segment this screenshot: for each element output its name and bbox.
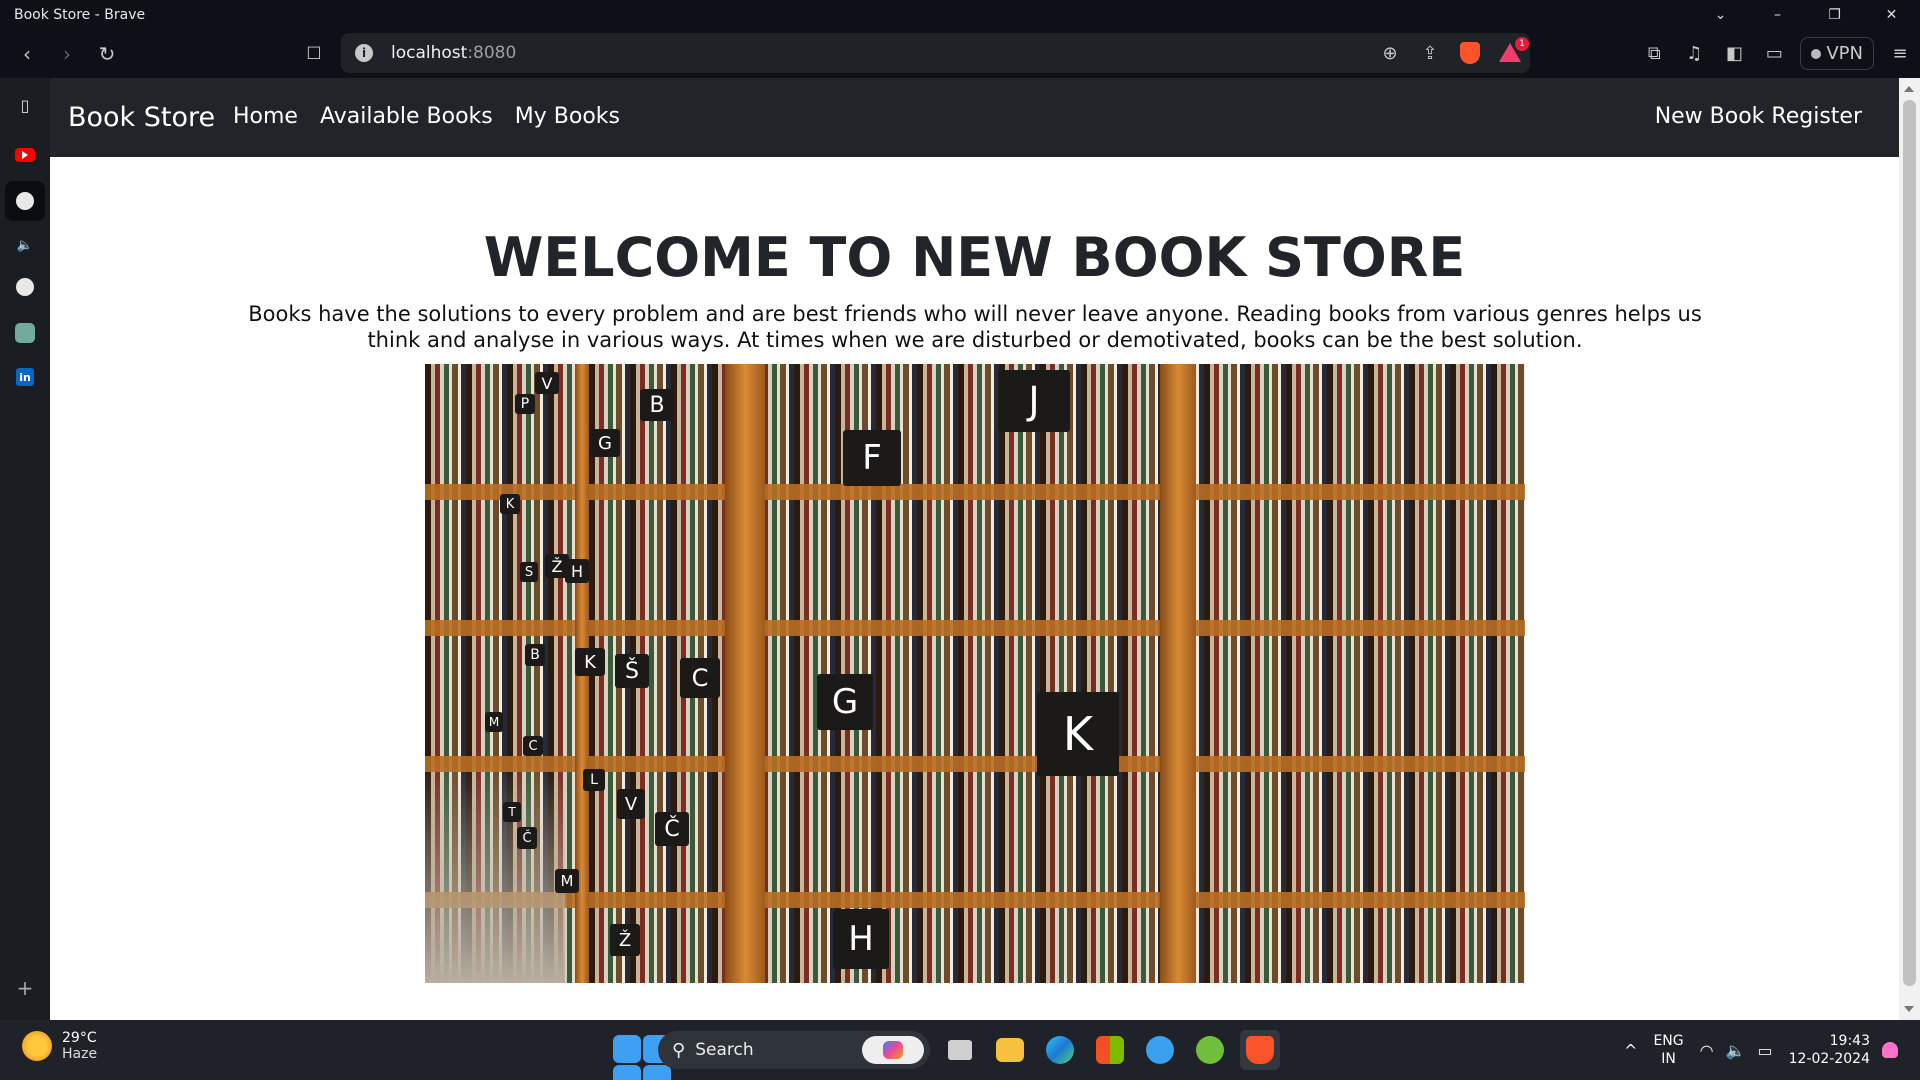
sidebar-toggle-icon[interactable]: ◧ [1714, 43, 1754, 64]
window-controls: ⌄ – ❐ ✕ [1692, 0, 1920, 29]
back-icon[interactable]: ‹ [9, 29, 45, 78]
reload-icon[interactable]: ↻ [89, 29, 125, 78]
minimize-button[interactable]: – [1749, 0, 1806, 29]
share-icon[interactable]: ⇪ [1410, 43, 1450, 64]
add-sidebar-item-button[interactable]: + [12, 975, 38, 1001]
address-bar[interactable]: i localhost:8080 ⊕ ⇪ 1 [341, 33, 1530, 73]
brave-rewards-icon[interactable]: 1 [1490, 37, 1530, 63]
microsoft-store-app[interactable] [1090, 1030, 1130, 1070]
battery-icon[interactable]: ▭ [1758, 1041, 1773, 1060]
linkedin-icon[interactable]: in [16, 368, 34, 386]
wifi-icon[interactable]: ◠ [1700, 1041, 1714, 1060]
window-titlebar: Book Store - Brave ⌄ – ❐ ✕ [0, 0, 1920, 29]
language-indicator[interactable]: ENG IN [1653, 1032, 1683, 1068]
intro-paragraph: Books have the solutions to every proble… [248, 302, 1702, 352]
media-icon[interactable]: ♫ [1674, 43, 1714, 64]
notification-bell-icon[interactable] [1882, 1042, 1898, 1058]
clock-time: 19:43 [1829, 1033, 1870, 1049]
scroll-up-icon[interactable] [1904, 86, 1914, 92]
extensions-icon[interactable]: ⧉ [1634, 43, 1674, 64]
speaker-icon[interactable]: 🔈 [12, 232, 38, 258]
toolbar-right: ⧉ ♫ ◧ ▭ VPN ≡ [1634, 29, 1920, 78]
copilot-icon[interactable] [862, 1036, 924, 1064]
weather-widget[interactable]: 29°C Haze [22, 1030, 97, 1062]
vpn-button[interactable]: VPN [1800, 37, 1874, 70]
system-tray: ^ ENG IN ◠ 🔈 ▭ 19:43 12-02-2024 [1618, 1020, 1920, 1080]
file-explorer-app[interactable] [990, 1030, 1030, 1070]
volume-icon[interactable]: 🔈 [1726, 1041, 1746, 1060]
bookshelf-image: V P B J G F K Ž H S B K Š C G K M C L V … [425, 364, 1525, 983]
green-app-icon[interactable] [1190, 1030, 1230, 1070]
bookmark-icon[interactable]: ☐ [296, 29, 332, 78]
browser-sidebar: ▯ 🔈 in + [0, 78, 50, 1020]
weather-sun-icon [22, 1031, 52, 1061]
edge-app[interactable] [1040, 1030, 1080, 1070]
weather-desc: Haze [62, 1046, 98, 1062]
windows-logo-icon [613, 1035, 671, 1080]
nav-my-books[interactable]: My Books [515, 104, 620, 129]
nav-links: Home Available Books My Books [233, 104, 620, 129]
nav-home[interactable]: Home [233, 104, 298, 129]
tray-overflow-icon[interactable]: ^ [1624, 1041, 1637, 1060]
url-text[interactable]: localhost:8080 [391, 43, 516, 63]
scroll-down-icon[interactable] [1904, 1006, 1914, 1012]
restore-button[interactable]: ❐ [1806, 0, 1863, 29]
github-icon[interactable] [16, 278, 34, 296]
task-view-button[interactable] [940, 1030, 980, 1070]
start-button[interactable] [608, 1030, 671, 1080]
tabs-dropdown-icon[interactable]: ⌄ [1692, 0, 1749, 29]
weather-temp: 29°C [62, 1030, 97, 1046]
close-button[interactable]: ✕ [1863, 0, 1920, 29]
brave-shields-icon[interactable] [1450, 42, 1490, 64]
nav-available-books[interactable]: Available Books [320, 104, 493, 129]
windows-taskbar: 29°C Haze ⚲ Search ^ ENG IN ◠ 🔈 ▭ 19:43 [0, 1020, 1920, 1080]
youtube-icon[interactable] [15, 148, 35, 162]
menu-icon[interactable]: ≡ [1880, 43, 1920, 64]
taskbar-search[interactable]: ⚲ Search [658, 1031, 930, 1069]
browser-app-icon[interactable] [1140, 1030, 1180, 1070]
brave-app[interactable] [1240, 1030, 1280, 1070]
clock[interactable]: 19:43 12-02-2024 [1789, 1032, 1870, 1068]
page-title: WELCOME TO NEW BOOK STORE [483, 226, 1466, 289]
window-title: Book Store - Brave [14, 6, 146, 23]
page-scrollbar[interactable] [1899, 78, 1920, 1020]
search-label: Search [695, 1040, 754, 1060]
taskbar-center: ⚲ Search [608, 1028, 1280, 1080]
browser-toolbar: ‹ › ↻ ☐ i localhost:8080 ⊕ ⇪ 1 ⧉ ♫ ◧ ▭ V… [0, 29, 1920, 78]
address-bar-actions: ⊕ ⇪ 1 [1370, 33, 1530, 73]
sidebar-panel-icon[interactable]: ▯ [12, 92, 38, 118]
site-navbar: Book Store Home Available Books My Books… [50, 78, 1899, 157]
clock-date: 12-02-2024 [1788, 1051, 1870, 1067]
nav-new-book-register[interactable]: New Book Register [1655, 104, 1862, 129]
globe-icon[interactable] [16, 192, 34, 210]
site-info-icon[interactable]: i [355, 44, 373, 62]
chatgpt-icon[interactable] [15, 323, 35, 343]
zoom-icon[interactable]: ⊕ [1370, 43, 1410, 64]
brand-link[interactable]: Book Store [68, 102, 215, 133]
wallet-icon[interactable]: ▭ [1754, 43, 1794, 64]
scrollbar-thumb[interactable] [1903, 100, 1916, 986]
vpn-status-icon [1811, 48, 1822, 59]
web-page: Book Store Home Available Books My Books… [50, 78, 1899, 1020]
forward-icon[interactable]: › [49, 29, 85, 78]
search-icon: ⚲ [672, 1039, 686, 1061]
rewards-badge: 1 [1515, 37, 1529, 51]
